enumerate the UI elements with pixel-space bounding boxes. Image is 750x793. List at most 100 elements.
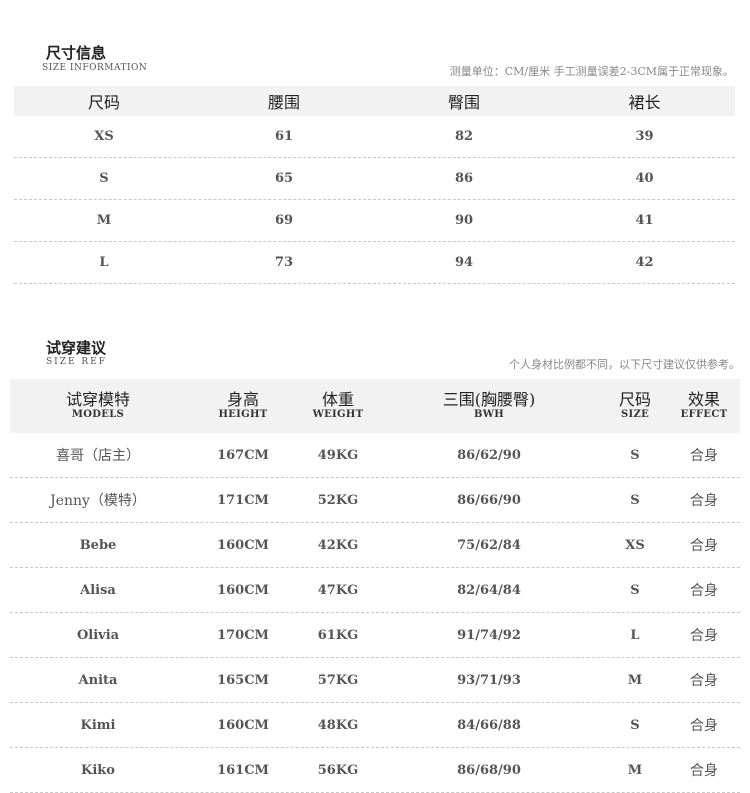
cell-waist: 61 <box>274 129 294 144</box>
header-weight: 体重 WEIGHT <box>300 391 376 421</box>
cell-effect: 合身 <box>690 583 718 599</box>
header-models-en: MODELS <box>71 409 125 420</box>
cell-weight: 47KG <box>317 582 359 598</box>
cell-bwh: 86/66/90 <box>457 492 521 508</box>
size-ref-title: 试穿建议 <box>46 339 107 357</box>
header-bwh-cn: 三围(胸腰臀) <box>442 390 536 409</box>
table-row: S 65 86 40 <box>14 158 735 200</box>
table-row: Olivia 170CM 61KG 91/74/92 L 合身 <box>10 613 740 658</box>
header-weight-cn: 体重 <box>321 390 354 409</box>
cell-waist: 65 <box>274 171 294 186</box>
cell-effect: 合身 <box>690 538 718 554</box>
table-row: Alisa 160CM 47KG 82/64/84 S 合身 <box>10 568 740 613</box>
size-info-subtitle: SIZE INFORMATION <box>42 63 148 73</box>
header-effect: 效果 EFFECT <box>668 391 740 421</box>
cell-bwh: 91/74/92 <box>457 627 521 643</box>
cell-bwh: 86/62/90 <box>457 447 521 463</box>
table-row: Bebe 160CM 42KG 75/62/84 XS 合身 <box>10 523 740 568</box>
cell-model: Olivia <box>76 627 120 643</box>
table-row: L 73 94 42 <box>14 242 735 284</box>
header-skirt-length: 裙长 <box>628 93 661 112</box>
cell-height: 165CM <box>217 672 269 688</box>
cell-weight: 52KG <box>317 492 359 508</box>
cell-effect: 合身 <box>690 763 718 779</box>
cell-model: Kiko <box>81 762 115 778</box>
cell-effect: 合身 <box>690 628 718 644</box>
cell-model: 喜哥（店主） <box>56 448 140 464</box>
table-row: Jenny（模特） 171CM 52KG 86/66/90 S 合身 <box>10 478 740 523</box>
cell-size: XS <box>625 537 645 553</box>
header-models-cn: 试穿模特 <box>65 390 130 409</box>
size-table-header: 尺码 腰围 臀围 裙长 <box>14 86 735 116</box>
table-row: M 69 90 41 <box>14 200 735 242</box>
cell-height: 161CM <box>217 762 269 778</box>
cell-height: 160CM <box>217 717 269 733</box>
header-size-cn: 尺码 <box>618 390 651 409</box>
cell-height: 171CM <box>217 492 269 508</box>
cell-bwh: 75/62/84 <box>457 537 521 553</box>
cell-model: Alisa <box>80 582 116 598</box>
header-weight-en: WEIGHT <box>312 409 364 420</box>
table-row: Kiko 161CM 56KG 86/68/90 M 合身 <box>10 748 740 793</box>
cell-waist: 73 <box>274 255 294 270</box>
header-height-en: HEIGHT <box>218 409 268 420</box>
cell-skirt-length: 40 <box>635 171 654 186</box>
cell-height: 170CM <box>217 627 269 643</box>
cell-model: Bebe <box>79 537 117 553</box>
cell-weight: 61KG <box>317 627 359 643</box>
header-height: 身高 HEIGHT <box>186 391 300 421</box>
cell-weight: 49KG <box>317 447 359 463</box>
size-info-note: 测量单位：CM/厘米 手工测量误差2-3CM属于正常现象。 <box>449 65 734 78</box>
cell-weight: 57KG <box>317 672 359 688</box>
header-bwh: 三围(胸腰臀) BWH <box>376 391 602 421</box>
header-size: 尺码 SIZE <box>602 391 668 421</box>
cell-bwh: 84/66/88 <box>457 717 521 733</box>
size-ref-subtitle: SIZE REF <box>46 357 107 367</box>
cell-skirt-length: 41 <box>635 213 654 228</box>
header-effect-en: EFFECT <box>680 409 728 420</box>
cell-size: M <box>627 762 643 778</box>
cell-effect: 合身 <box>690 673 718 689</box>
cell-model: Jenny（模特） <box>50 493 146 509</box>
cell-weight: 42KG <box>317 537 359 553</box>
header-effect-cn: 效果 <box>687 390 720 409</box>
cell-hip: 90 <box>454 213 474 228</box>
cell-height: 167CM <box>217 447 269 463</box>
cell-size: M <box>627 672 643 688</box>
cell-size: S <box>99 171 109 186</box>
cell-size: L <box>630 627 640 643</box>
cell-size: S <box>630 717 640 733</box>
cell-model: Kimi <box>80 717 116 733</box>
header-hip: 臀围 <box>447 93 480 112</box>
cell-bwh: 82/64/84 <box>457 582 521 598</box>
cell-hip: 82 <box>454 129 474 144</box>
table-row: XS 61 82 39 <box>14 116 735 158</box>
cell-effect: 合身 <box>690 493 718 509</box>
cell-height: 160CM <box>217 537 269 553</box>
cell-bwh: 93/71/93 <box>457 672 521 688</box>
cell-size: XS <box>94 129 114 144</box>
cell-hip: 94 <box>454 255 474 270</box>
header-size: 尺码 <box>87 93 120 112</box>
cell-skirt-length: 39 <box>635 129 654 144</box>
cell-size: M <box>96 213 112 228</box>
table-row: 喜哥（店主） 167CM 49KG 86/62/90 S 合身 <box>10 433 740 478</box>
cell-hip: 86 <box>454 171 474 186</box>
cell-skirt-length: 42 <box>635 255 654 270</box>
cell-size: S <box>630 582 640 598</box>
fit-table-header: 试穿模特 MODELS 身高 HEIGHT 体重 WEIGHT 三围(胸腰臀) … <box>10 379 740 433</box>
cell-model: Anita <box>78 672 118 688</box>
header-models: 试穿模特 MODELS <box>10 391 186 421</box>
cell-bwh: 86/68/90 <box>457 762 521 778</box>
table-row: Kimi 160CM 48KG 84/66/88 S 合身 <box>10 703 740 748</box>
header-bwh-en: BWH <box>473 409 505 420</box>
header-size-en: SIZE <box>620 409 650 420</box>
table-row: Anita 165CM 57KG 93/71/93 M 合身 <box>10 658 740 703</box>
cell-size: S <box>630 492 640 508</box>
size-table: 尺码 腰围 臀围 裙长 XS 61 82 39 S 65 86 40 M 69 … <box>14 86 735 284</box>
header-waist: 腰围 <box>267 93 300 112</box>
size-ref-note: 个人身材比例都不同，以下尺寸建议仅供参考。 <box>509 358 740 371</box>
cell-weight: 56KG <box>317 762 359 778</box>
size-info-title: 尺寸信息 <box>46 44 107 62</box>
cell-effect: 合身 <box>690 448 718 464</box>
